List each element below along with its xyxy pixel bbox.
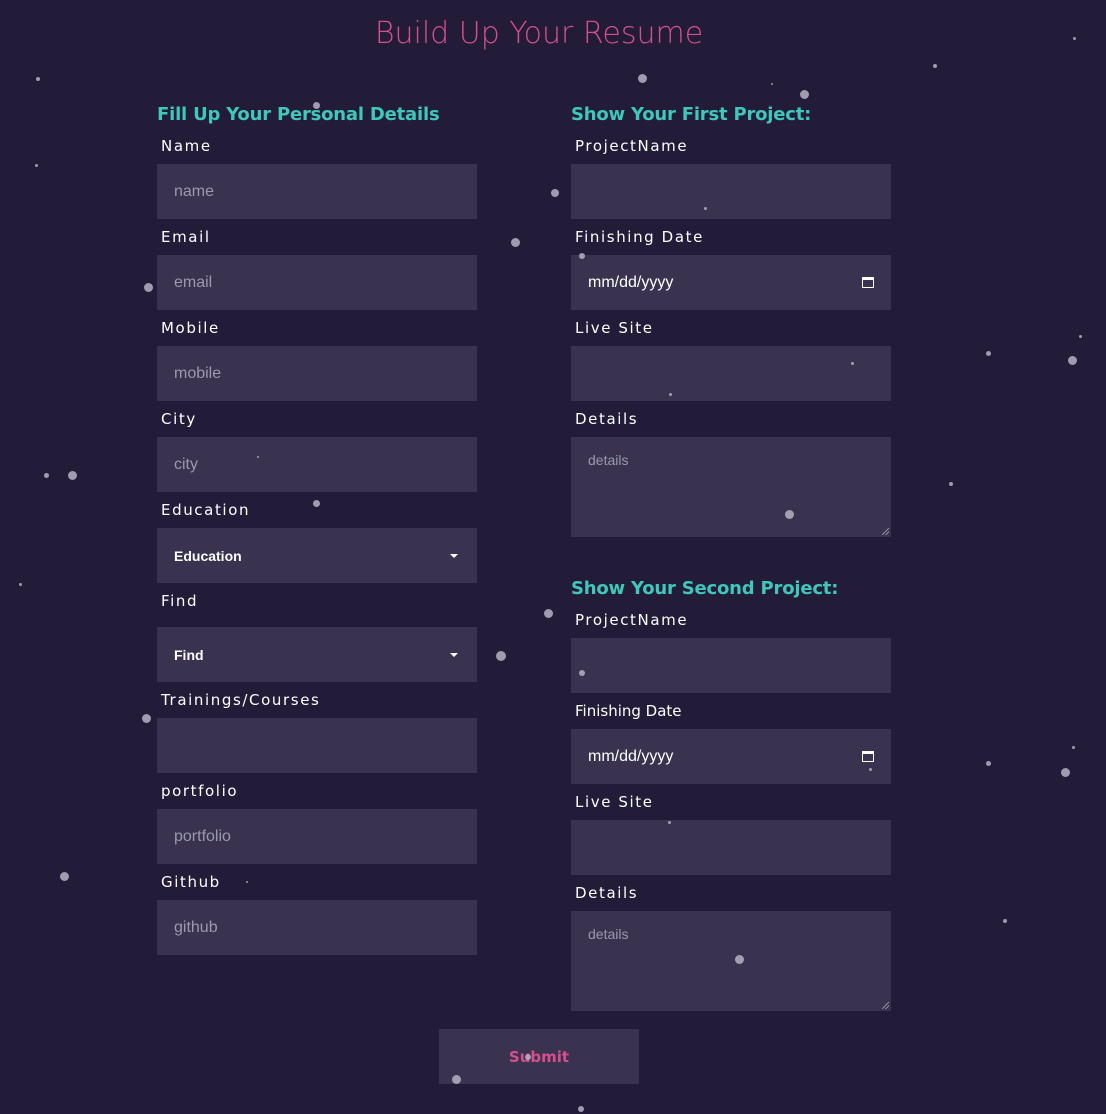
education-select[interactable]: Education bbox=[157, 528, 477, 583]
particle-dot bbox=[551, 189, 559, 197]
particle-dot bbox=[579, 253, 585, 259]
particle-dot bbox=[1071, 745, 1075, 749]
name-placeholder: name bbox=[174, 182, 215, 200]
page-title: Build Up Your Resume bbox=[374, 16, 704, 51]
particle-dot bbox=[1072, 36, 1076, 40]
particle-dot bbox=[1078, 334, 1082, 338]
caret-down-icon bbox=[450, 553, 458, 558]
particle-dot bbox=[1060, 767, 1070, 777]
calendar-icon[interactable] bbox=[862, 277, 874, 288]
project2-name-label: ProjectName bbox=[575, 611, 689, 629]
portfolio-input[interactable]: portfolio bbox=[157, 809, 477, 864]
city-placeholder: city bbox=[174, 455, 198, 473]
particle-dot bbox=[18, 582, 22, 586]
github-label: Github bbox=[161, 873, 221, 891]
project2-details-label: Details bbox=[575, 884, 639, 902]
education-selected-value: Education bbox=[174, 547, 242, 564]
particle-dot bbox=[510, 237, 520, 247]
resize-grip-icon[interactable] bbox=[882, 528, 889, 535]
particle-dot bbox=[36, 77, 40, 81]
particle-dot bbox=[1067, 355, 1077, 365]
project2-live-label: Live Site bbox=[575, 793, 654, 811]
project2-date-input[interactable]: mm/dd/yyyy bbox=[571, 729, 891, 784]
resize-grip-icon[interactable] bbox=[882, 1002, 889, 1009]
github-placeholder: github bbox=[174, 918, 218, 936]
particle-dot bbox=[985, 350, 991, 356]
name-input[interactable]: name bbox=[157, 164, 477, 219]
project2-live-input[interactable] bbox=[571, 820, 891, 875]
personal-details-heading: Fill Up Your Personal Details bbox=[157, 104, 440, 125]
find-select[interactable]: Find bbox=[157, 627, 477, 682]
particle-dot bbox=[784, 509, 794, 519]
particle-dot bbox=[667, 820, 671, 824]
particle-dot bbox=[850, 361, 854, 365]
project1-date-input[interactable]: mm/dd/yyyy bbox=[571, 255, 891, 310]
particle-dot bbox=[525, 1054, 531, 1060]
first-project-heading: Show Your First Project: bbox=[571, 104, 812, 125]
email-label: Email bbox=[161, 228, 211, 246]
particle-dot bbox=[34, 163, 38, 167]
particle-dot bbox=[668, 392, 672, 396]
particle-dot bbox=[141, 713, 151, 723]
particle-dot bbox=[1003, 919, 1007, 923]
particle-dot bbox=[579, 670, 585, 676]
trainings-label: Trainings/Courses bbox=[161, 691, 321, 709]
find-label: Find bbox=[161, 592, 199, 610]
particle-dot bbox=[703, 206, 707, 210]
city-input[interactable]: city bbox=[157, 437, 477, 492]
calendar-icon[interactable] bbox=[862, 751, 874, 762]
name-label: Name bbox=[161, 137, 212, 155]
project1-name-label: ProjectName bbox=[575, 137, 689, 155]
project2-details-textarea[interactable]: details bbox=[571, 911, 891, 1011]
project2-name-input[interactable] bbox=[571, 638, 891, 693]
project1-live-label: Live Site bbox=[575, 319, 654, 337]
project2-date-label: Finishing Date bbox=[575, 702, 682, 720]
portfolio-placeholder: portfolio bbox=[174, 827, 231, 845]
particle-dot bbox=[771, 83, 773, 85]
mobile-label: Mobile bbox=[161, 319, 220, 337]
portfolio-label: portfolio bbox=[161, 782, 239, 800]
mobile-placeholder: mobile bbox=[174, 364, 222, 382]
project1-details-placeholder: details bbox=[588, 452, 629, 468]
project1-date-placeholder: mm/dd/yyyy bbox=[588, 273, 674, 291]
education-label: Education bbox=[161, 501, 251, 519]
project1-date-label: Finishing Date bbox=[575, 228, 704, 246]
particle-dot bbox=[312, 499, 320, 507]
github-input[interactable]: github bbox=[157, 900, 477, 955]
particle-dot bbox=[543, 608, 553, 618]
particle-dot bbox=[67, 470, 77, 480]
email-placeholder: email bbox=[174, 273, 213, 291]
particle-dot bbox=[451, 1074, 461, 1084]
city-label: City bbox=[161, 410, 197, 428]
project2-details-placeholder: details bbox=[588, 926, 629, 942]
project1-live-input[interactable] bbox=[571, 346, 891, 401]
particle-dot bbox=[949, 482, 953, 486]
particle-dot bbox=[246, 881, 248, 883]
particle-dot bbox=[59, 871, 69, 881]
resume-page: Build Up Your Resume Fill Up Your Person… bbox=[0, 0, 1106, 1114]
find-selected-value: Find bbox=[174, 646, 204, 663]
particle-dot bbox=[257, 456, 259, 458]
caret-down-icon bbox=[450, 652, 458, 657]
particle-dot bbox=[985, 760, 991, 766]
particle-dot bbox=[799, 89, 809, 99]
second-project-heading: Show Your Second Project: bbox=[571, 578, 839, 599]
particle-dot bbox=[578, 1106, 584, 1112]
particle-dot bbox=[637, 73, 647, 83]
trainings-input[interactable] bbox=[157, 718, 477, 773]
project1-name-input[interactable] bbox=[571, 164, 891, 219]
particle-dot bbox=[143, 282, 153, 292]
mobile-input[interactable]: mobile bbox=[157, 346, 477, 401]
submit-button[interactable]: Submit bbox=[439, 1029, 639, 1084]
project1-details-textarea[interactable]: details bbox=[571, 437, 891, 537]
email-input[interactable]: email bbox=[157, 255, 477, 310]
project1-details-label: Details bbox=[575, 410, 639, 428]
particle-dot bbox=[312, 101, 320, 109]
particle-dot bbox=[43, 472, 49, 478]
particle-dot bbox=[496, 651, 506, 661]
particle-dot bbox=[734, 954, 744, 964]
project2-date-placeholder: mm/dd/yyyy bbox=[588, 747, 674, 765]
particle-dot bbox=[868, 767, 872, 771]
particle-dot bbox=[933, 64, 937, 68]
